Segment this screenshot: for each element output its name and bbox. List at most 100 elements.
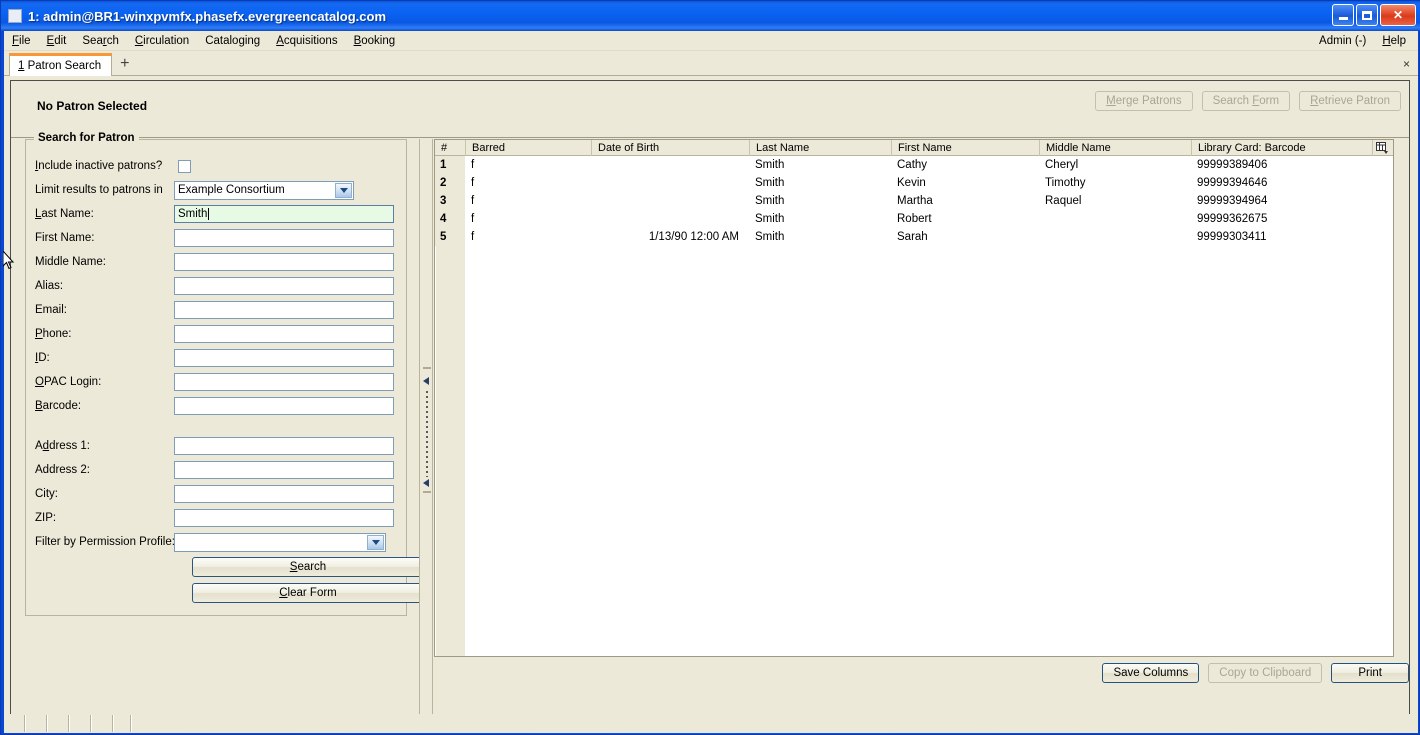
- limit-results-label: Limit results to patrons in: [35, 184, 163, 196]
- cell-middle-name: [1039, 228, 1191, 246]
- search-form-button[interactable]: Search Form: [1201, 91, 1291, 111]
- opac-login-input[interactable]: [174, 373, 394, 391]
- results-panel: # Barred Date of Birth Last Name First N…: [434, 139, 1409, 728]
- cell-dob: [591, 156, 749, 174]
- col-header-library-card[interactable]: Library Card: Barcode: [1191, 140, 1373, 156]
- alias-input[interactable]: [174, 277, 394, 295]
- table-row[interactable]: 2 f Smith Kevin Timothy 99999394646: [435, 174, 1393, 192]
- col-header-dob[interactable]: Date of Birth: [591, 140, 749, 156]
- close-tab-icon[interactable]: ×: [1403, 57, 1410, 71]
- panel-splitter[interactable]: [419, 139, 433, 728]
- table-row[interactable]: 5 f 1/13/90 12:00 AM Smith Sarah 9999930…: [435, 228, 1393, 246]
- save-columns-button[interactable]: Save Columns: [1102, 663, 1200, 683]
- id-input[interactable]: [174, 349, 394, 367]
- phone-input[interactable]: [174, 325, 394, 343]
- cell-dob: 1/13/90 12:00 AM: [648, 231, 739, 243]
- field-row-first-name: First Name:: [26, 226, 408, 250]
- menu-search[interactable]: Search: [74, 33, 126, 49]
- cell-barred: f: [471, 231, 475, 243]
- status-segment-main: [132, 715, 1418, 732]
- menu-bar: File Edit Search Circulation Cataloging …: [4, 31, 1418, 51]
- status-segment-1: [4, 715, 26, 732]
- retrieve-patron-button[interactable]: Retrieve Patron: [1299, 91, 1401, 111]
- field-row-barcode: Barcode:: [26, 394, 408, 418]
- last-name-input[interactable]: Smith: [174, 205, 394, 223]
- col-header-last-name[interactable]: Last Name: [749, 140, 891, 156]
- maximize-button[interactable]: [1356, 4, 1378, 26]
- table-row[interactable]: 4 f Smith Robert 99999362675: [435, 210, 1393, 228]
- column-picker-icon[interactable]: [1372, 140, 1392, 156]
- app-icon: [8, 9, 22, 23]
- first-name-input[interactable]: [174, 229, 394, 247]
- permission-profile-select[interactable]: [174, 532, 386, 552]
- splitter-nub-top: [423, 367, 431, 369]
- status-segment-2: [26, 715, 48, 732]
- middle-name-input[interactable]: [174, 253, 394, 271]
- menu-cataloging[interactable]: Cataloging: [197, 33, 268, 49]
- results-action-buttons: Save Columns Copy to Clipboard Print: [1102, 663, 1409, 683]
- new-tab-button[interactable]: +: [120, 56, 129, 72]
- field-row-limit-results: Limit results to patrons in Example Cons…: [26, 178, 408, 202]
- menu-acquisitions[interactable]: Acquisitions: [268, 33, 345, 49]
- clear-form-button[interactable]: Clear Form: [192, 583, 424, 603]
- cell-last-name: Smith: [755, 159, 785, 171]
- last-name-label: Last Name:: [35, 208, 94, 220]
- title-bar: 1: admin@BR1-winxpvmfx.phasefx.evergreen…: [1, 1, 1420, 31]
- splitter-grip[interactable]: [426, 391, 428, 477]
- email-input[interactable]: [174, 301, 394, 319]
- cell-barred: f: [471, 213, 475, 225]
- collapse-left-arrow-icon-2[interactable]: [423, 479, 429, 487]
- email-label: Email:: [35, 304, 67, 316]
- col-header-first-name[interactable]: First Name: [891, 140, 1039, 156]
- cell-middle-name: Timothy: [1045, 177, 1086, 189]
- collapse-left-arrow-icon[interactable]: [423, 377, 429, 385]
- table-row[interactable]: 3 f Smith Martha Raquel 99999394964: [435, 192, 1393, 210]
- cell-barcode: 99999394646: [1197, 177, 1268, 189]
- menu-circulation[interactable]: Circulation: [127, 33, 197, 49]
- include-inactive-checkbox[interactable]: [178, 159, 191, 173]
- merge-patrons-button[interactable]: Merge Patrons: [1095, 91, 1193, 111]
- tab-strip: 1 Patron Search + ×: [4, 51, 1418, 76]
- menu-edit[interactable]: Edit: [39, 33, 75, 49]
- phone-label: Phone:: [35, 328, 72, 340]
- window-title: 1: admin@BR1-winxpvmfx.phasefx.evergreen…: [28, 8, 387, 24]
- close-button[interactable]: ✕: [1380, 4, 1416, 26]
- grid-body: 1 f Smith Cathy Cheryl 99999389406 2 f S…: [435, 156, 1393, 246]
- menu-admin[interactable]: Admin (-): [1311, 33, 1374, 49]
- include-inactive-label: Include inactive patrons?: [35, 160, 163, 172]
- menu-bar-right: Admin (-) Help: [1311, 33, 1414, 49]
- print-button[interactable]: Print: [1331, 663, 1409, 683]
- col-header-barred[interactable]: Barred: [465, 140, 591, 156]
- col-header-middle-name[interactable]: Middle Name: [1039, 140, 1191, 156]
- field-row-opac-login: OPAC Login:: [26, 370, 408, 394]
- menu-help[interactable]: Help: [1374, 33, 1414, 49]
- menu-file[interactable]: File: [4, 33, 39, 49]
- zip-input[interactable]: [174, 509, 394, 527]
- application-window: 1: admin@BR1-winxpvmfx.phasefx.evergreen…: [0, 0, 1420, 735]
- barcode-input[interactable]: [174, 397, 394, 415]
- limit-results-select[interactable]: Example Consortium: [174, 180, 354, 200]
- cell-dob: [591, 192, 749, 210]
- copy-to-clipboard-button[interactable]: Copy to Clipboard: [1208, 663, 1323, 683]
- cell-middle-name: [1039, 210, 1191, 228]
- city-input[interactable]: [174, 485, 394, 503]
- tab-patron-search[interactable]: 1 Patron Search: [9, 53, 113, 76]
- search-group-legend: Search for Patron: [34, 132, 139, 144]
- chevron-down-icon: [335, 182, 352, 198]
- cell-barcode: 99999389406: [1197, 159, 1268, 171]
- main-content: No Patron Selected Merge Patrons Search …: [10, 80, 1410, 730]
- grid-columns-icon: [1376, 142, 1388, 154]
- cell-last-name: Smith: [755, 213, 785, 225]
- search-button[interactable]: Search: [192, 557, 424, 577]
- field-row-email: Email:: [26, 298, 408, 322]
- minimize-button[interactable]: [1332, 4, 1354, 26]
- field-row-alias: Alias:: [26, 274, 408, 298]
- client-area: File Edit Search Circulation Cataloging …: [4, 31, 1418, 731]
- table-row[interactable]: 1 f Smith Cathy Cheryl 99999389406: [435, 156, 1393, 174]
- menu-booking[interactable]: Booking: [346, 33, 404, 49]
- address1-input[interactable]: [174, 437, 394, 455]
- maximize-icon: [1362, 10, 1372, 20]
- address2-input[interactable]: [174, 461, 394, 479]
- cell-index: 3: [435, 192, 465, 210]
- col-header-index[interactable]: #: [435, 140, 465, 156]
